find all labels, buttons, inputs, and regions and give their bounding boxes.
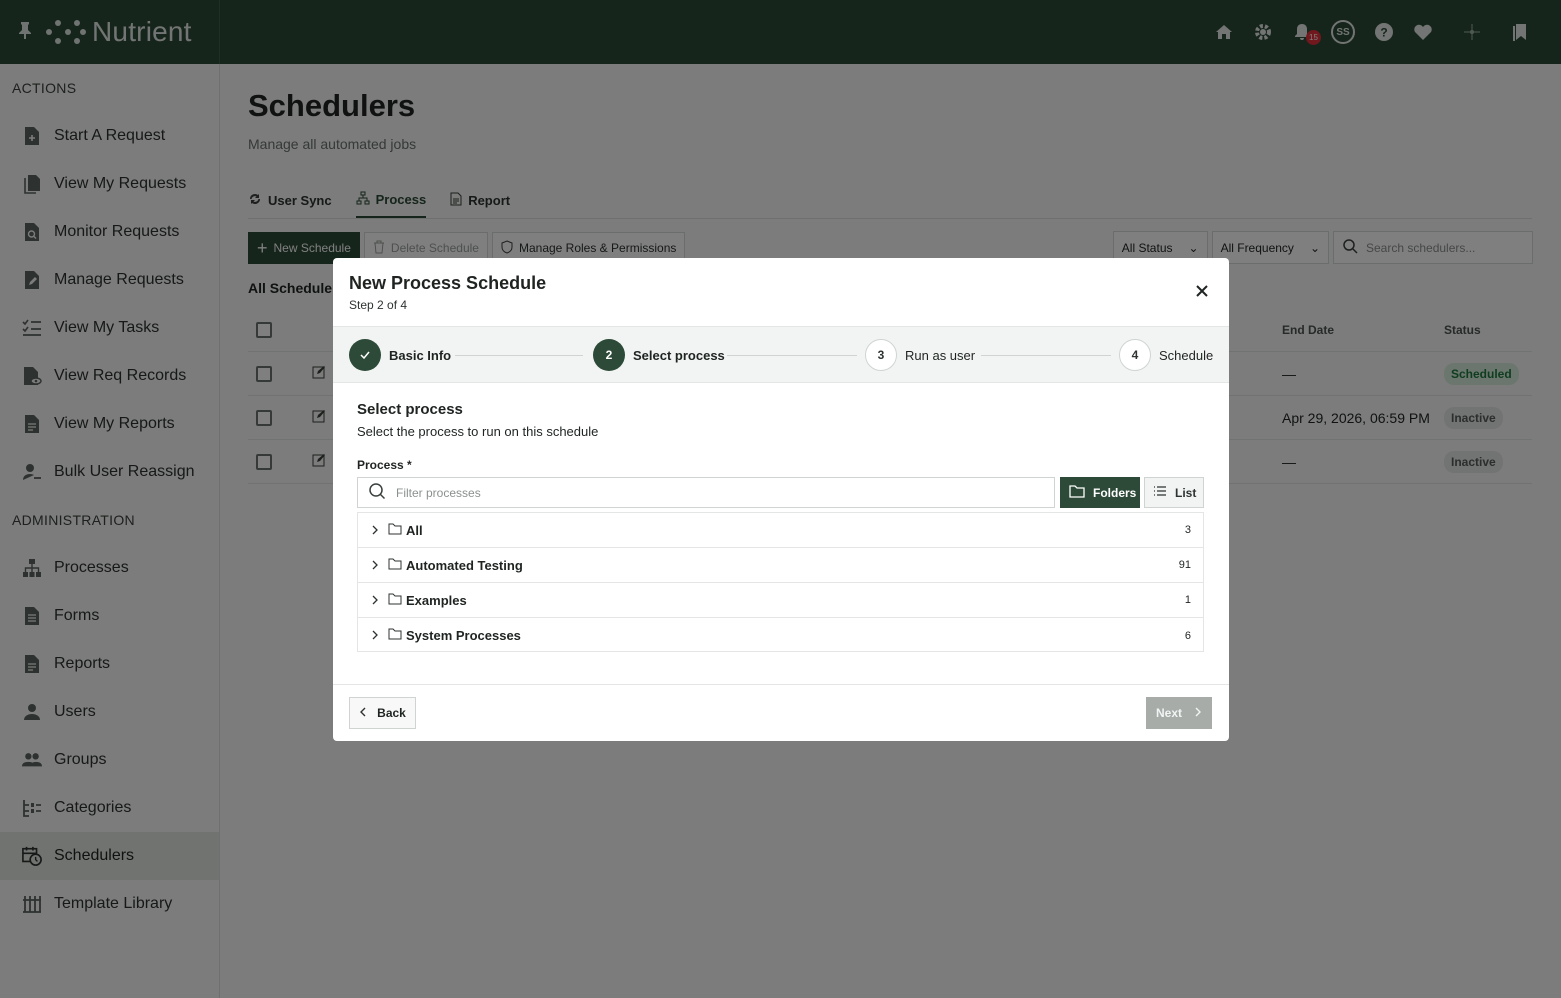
step-label: Basic Info	[389, 347, 452, 363]
step-number: 4	[1119, 339, 1151, 371]
chevron-right-icon[interactable]	[371, 593, 381, 608]
folder-row[interactable]: Automated Testing 91	[358, 548, 1203, 583]
step-select-process: 2 Select process	[593, 339, 725, 371]
list-icon	[1153, 485, 1167, 500]
chevron-right-icon[interactable]	[371, 523, 381, 538]
section-description: Select the process to run on this schedu…	[357, 424, 599, 439]
folder-icon	[388, 628, 403, 643]
step-label: Run as user	[905, 347, 976, 363]
step-basic-info: Basic Info	[349, 339, 451, 371]
close-icon[interactable]	[1193, 282, 1211, 300]
folder-row[interactable]: Examples 1	[358, 583, 1203, 618]
back-label: Back	[377, 706, 406, 720]
step-connector	[455, 355, 583, 356]
chevron-right-icon[interactable]	[371, 628, 381, 643]
folder-count: 6	[1184, 629, 1191, 642]
folder-name: All	[406, 522, 423, 538]
folder-name: Automated Testing	[406, 557, 523, 573]
footer-divider	[333, 684, 1229, 685]
folder-name: System Processes	[406, 628, 521, 643]
step-run-as-user: 3 Run as user	[865, 339, 975, 371]
step-connector	[981, 355, 1111, 356]
new-process-schedule-dialog: New Process Schedule Step 2 of 4 Basic I…	[333, 258, 1229, 741]
chevron-right-icon	[1194, 706, 1202, 720]
folder-name: Examples	[406, 592, 467, 608]
list-view-button[interactable]: List	[1144, 477, 1204, 508]
stepper: Basic Info 2 Select process 3 Run as use…	[333, 326, 1229, 383]
chevron-right-icon[interactable]	[371, 558, 381, 573]
step-number: 3	[865, 339, 897, 371]
folder-icon	[1069, 484, 1085, 501]
step-schedule: 4 Schedule	[1119, 339, 1213, 371]
filter-placeholder: Filter processes	[396, 485, 481, 500]
folders-label: Folders	[1093, 485, 1137, 500]
list-label: List	[1175, 485, 1197, 500]
folder-count: 91	[1178, 559, 1191, 571]
folder-icon	[388, 558, 403, 573]
dialog-title: New Process Schedule	[349, 273, 547, 293]
folders-view-button[interactable]: Folders	[1060, 477, 1140, 508]
step-label: Schedule	[1159, 347, 1214, 363]
check-icon	[349, 339, 381, 371]
folder-tree: All 3 Automated Testing 91 Examples 1 Sy…	[357, 512, 1204, 652]
folder-icon	[388, 593, 403, 608]
folder-count: 1	[1184, 594, 1191, 606]
step-label: Select process	[633, 347, 725, 363]
dialog-step-text: Step 2 of 4	[349, 298, 408, 312]
step-number: 2	[593, 339, 625, 371]
back-button[interactable]: Back	[349, 697, 416, 729]
next-button[interactable]: Next	[1146, 697, 1212, 729]
section-title: Select process	[357, 401, 463, 418]
folder-count: 3	[1184, 524, 1191, 536]
filter-processes-input[interactable]: Filter processes	[357, 477, 1055, 508]
folder-row[interactable]: All 3	[358, 513, 1203, 548]
chevron-left-icon	[359, 706, 367, 720]
folder-icon	[388, 523, 403, 538]
search-icon	[368, 482, 386, 503]
step-connector	[727, 355, 857, 356]
process-field-label: Process *	[357, 458, 412, 472]
folder-row[interactable]: System Processes 6	[358, 618, 1203, 653]
next-label: Next	[1155, 706, 1182, 720]
